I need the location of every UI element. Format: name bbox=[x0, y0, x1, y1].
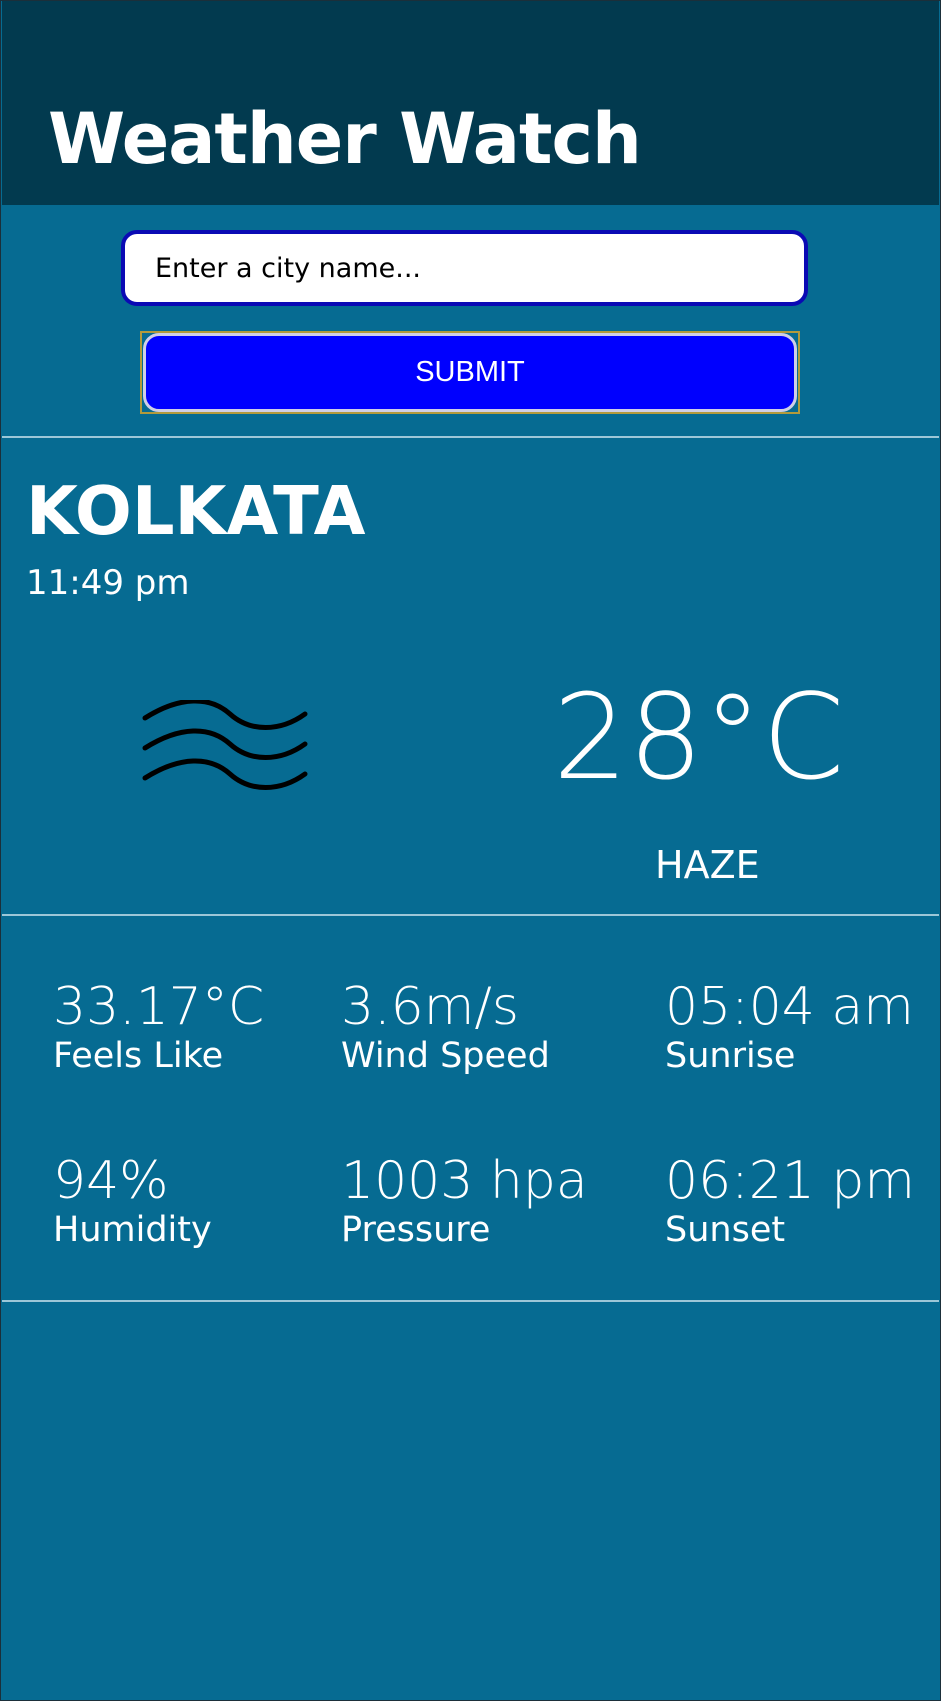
city-search-input[interactable] bbox=[121, 230, 808, 306]
haze-icon bbox=[142, 700, 308, 790]
stat-sunset: 06:21 pm Sunset bbox=[665, 1155, 915, 1248]
sunset-value: 06:21 pm bbox=[665, 1151, 916, 1211]
stat-feels-like: 33.17°C Feels Like bbox=[53, 981, 264, 1074]
local-time: 11:49 pm bbox=[26, 563, 190, 603]
humidity-label: Humidity bbox=[53, 1210, 212, 1250]
city-name: KOLKATA bbox=[26, 472, 366, 550]
submit-button[interactable]: SUBMIT bbox=[143, 333, 797, 412]
app-title: Weather Watch bbox=[48, 98, 642, 180]
stat-sunrise: 05:04 am Sunrise bbox=[665, 981, 914, 1074]
feels-like-label: Feels Like bbox=[53, 1036, 224, 1076]
sunrise-label: Sunrise bbox=[665, 1036, 796, 1076]
wind-speed-label: Wind Speed bbox=[341, 1036, 550, 1076]
sunrise-value: 05:04 am bbox=[665, 977, 914, 1037]
pressure-label: Pressure bbox=[341, 1210, 491, 1250]
feels-like-value: 33.17°C bbox=[53, 977, 265, 1037]
stat-humidity: 94% Humidity bbox=[53, 1155, 212, 1248]
stat-pressure: 1003 hpa Pressure bbox=[341, 1155, 588, 1248]
stat-wind-speed: 3.6m/s Wind Speed bbox=[341, 981, 550, 1074]
humidity-value: 94% bbox=[53, 1151, 169, 1211]
divider bbox=[2, 914, 939, 916]
divider bbox=[2, 436, 939, 438]
app-header: Weather Watch bbox=[2, 0, 939, 205]
divider bbox=[2, 1300, 939, 1302]
weather-condition: HAZE bbox=[655, 843, 760, 887]
sunset-label: Sunset bbox=[665, 1210, 786, 1250]
wind-speed-value: 3.6m/s bbox=[341, 977, 519, 1037]
current-temperature: 28°C bbox=[553, 668, 845, 806]
pressure-value: 1003 hpa bbox=[341, 1151, 588, 1211]
